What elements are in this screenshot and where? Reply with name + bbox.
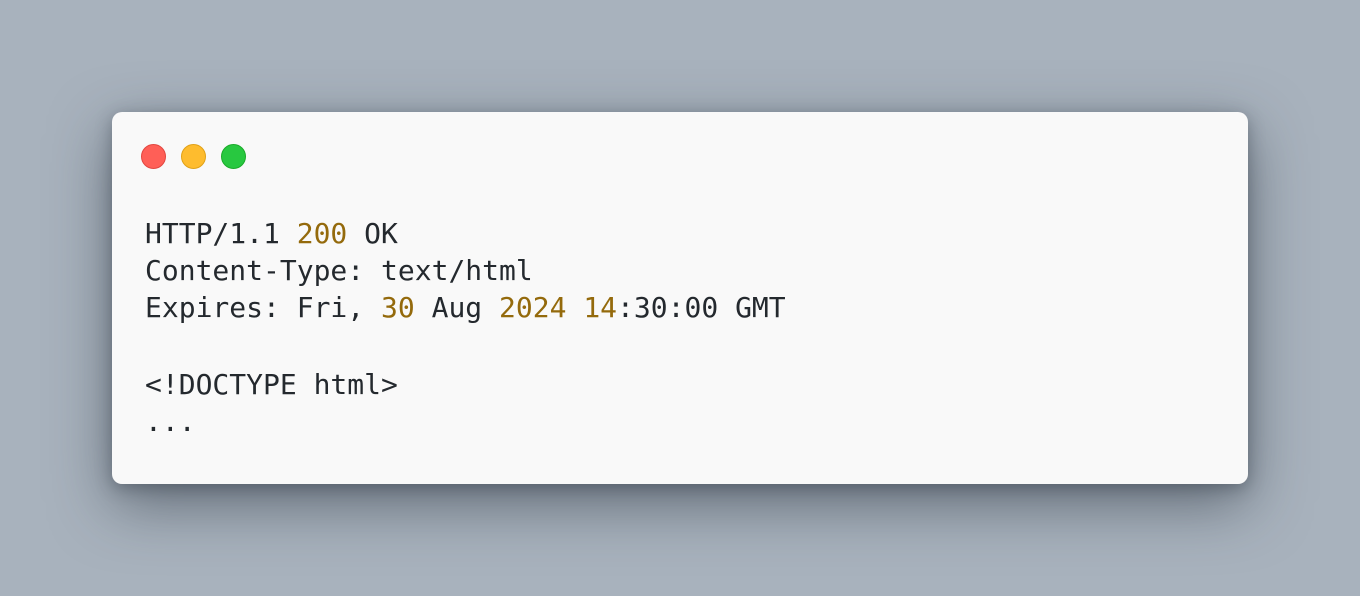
expires-day: 30	[381, 291, 415, 324]
status-line: HTTP/1.1 200 OK	[145, 215, 786, 252]
protocol-text: HTTP/1.1	[145, 217, 280, 250]
expires-zone: GMT	[735, 291, 786, 324]
expires-month: Aug	[431, 291, 483, 324]
expires-rest-time: :30:00	[617, 291, 719, 324]
close-button[interactable]	[141, 144, 166, 169]
window-controls	[141, 144, 246, 169]
maximize-button[interactable]	[221, 144, 246, 169]
expires-line: Expires: Fri, 30 Aug 2024 14:30:00 GMT	[145, 289, 786, 326]
content-type-line: Content-Type: text/html	[145, 252, 786, 289]
doctype-line: <!DOCTYPE html>	[145, 368, 398, 401]
content-type-key: Content-Type:	[145, 254, 365, 287]
expires-weekday: Fri,	[296, 291, 365, 324]
minimize-button[interactable]	[181, 144, 206, 169]
status-reason: OK	[364, 217, 398, 250]
expires-year: 2024	[499, 291, 567, 324]
code-window: HTTP/1.1 200 OK Content-Type: text/html Ex…	[112, 112, 1248, 484]
expires-key: Expires:	[145, 291, 280, 324]
ellipsis-line: ...	[145, 405, 196, 438]
status-code: 200	[296, 217, 348, 250]
code-block: HTTP/1.1 200 OK Content-Type: text/html Ex…	[145, 215, 786, 440]
expires-hour: 14	[583, 291, 618, 324]
content-type-value: text/html	[381, 254, 533, 287]
